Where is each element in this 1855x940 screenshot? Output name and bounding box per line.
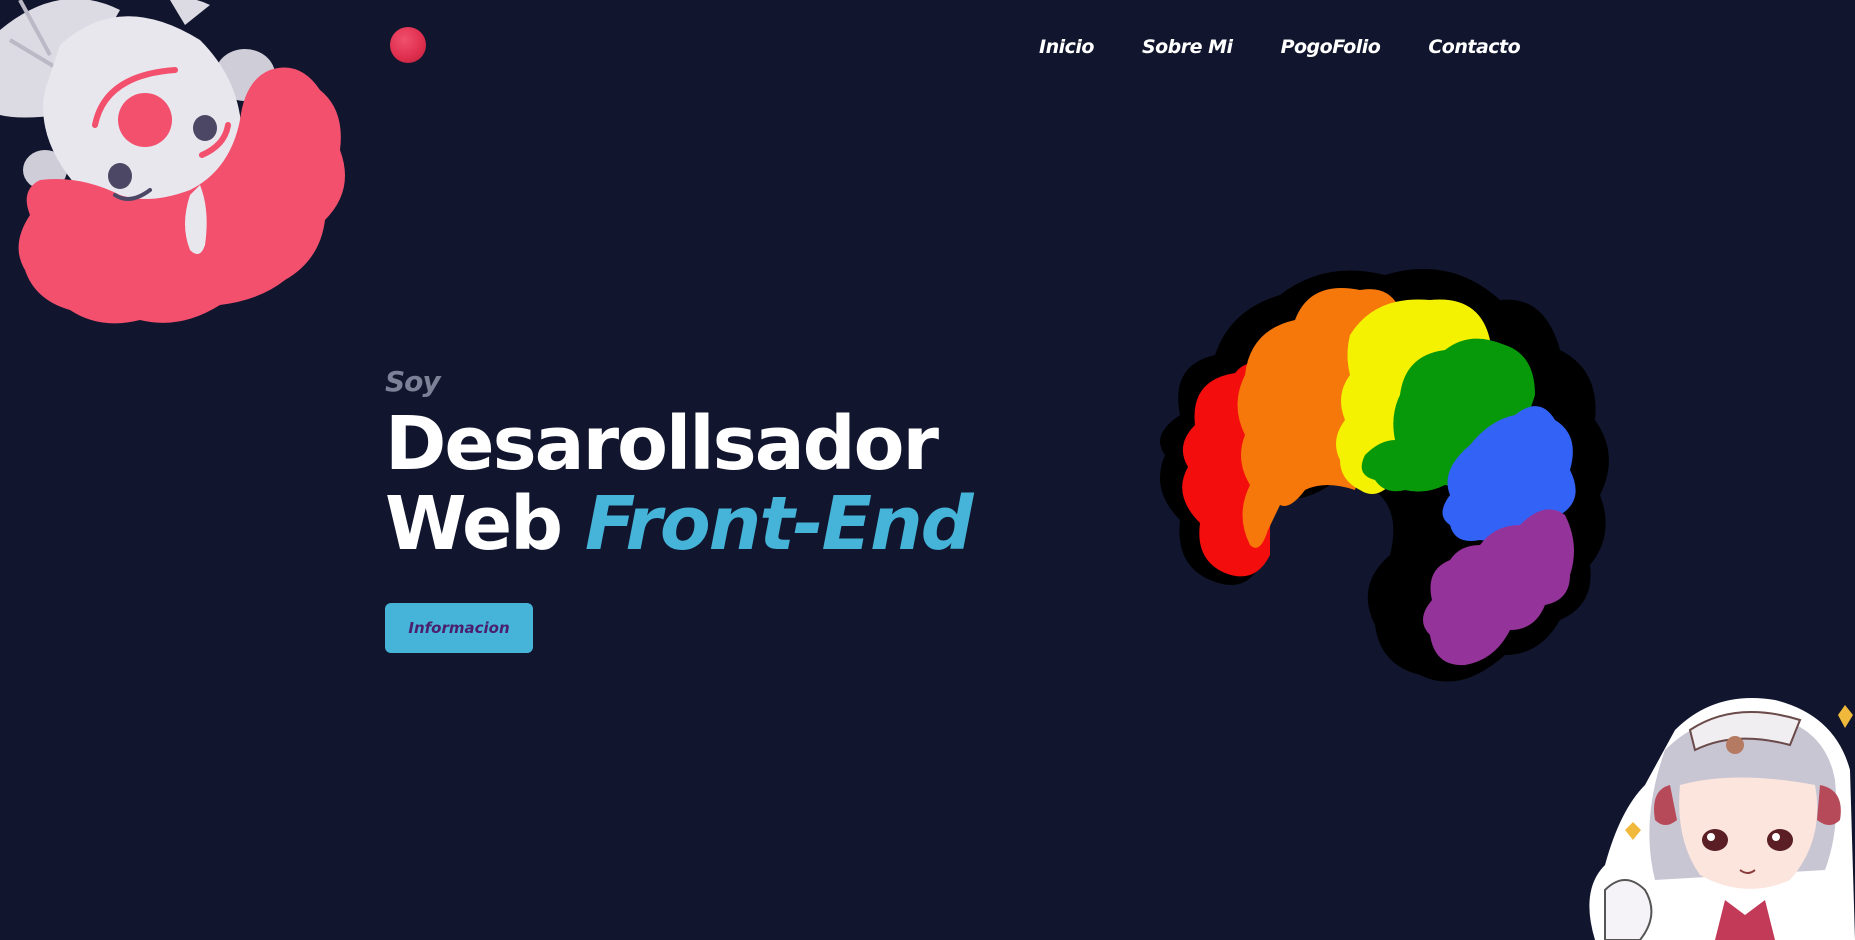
nav-item-pogofolio[interactable]: PogoFolio [1281,36,1381,58]
informacion-button[interactable]: Informacion [385,603,533,653]
hero-title: Desarollsador Web Front-End [385,401,974,567]
main-nav: Inicio Sobre Mi PogoFolio Contacto [1039,36,1521,58]
ghost-character-illustration [0,0,345,324]
nav-item-contacto[interactable]: Contacto [1428,36,1520,58]
hero-title-line-2: Web Front-End [385,481,974,567]
red-dot-icon[interactable] [390,27,426,63]
nav-item-sobre-mi[interactable]: Sobre Mi [1142,36,1233,58]
hero-section: Soy Desarollsador Web Front-End [385,362,974,567]
nav-item-inicio[interactable]: Inicio [1039,36,1094,58]
hero-eyebrow: Soy [385,365,441,398]
hero-title-line-1: Desarollsador [385,401,939,487]
rainbow-afro-wig-illustration [1160,268,1609,682]
hero-title-plain: Web [385,481,563,567]
page: Inicio Sobre Mi PogoFolio Contacto Soy D… [0,0,1855,940]
anime-maid-girl-illustration [1589,698,1855,940]
hero-title-accent: Front-End [584,481,974,567]
